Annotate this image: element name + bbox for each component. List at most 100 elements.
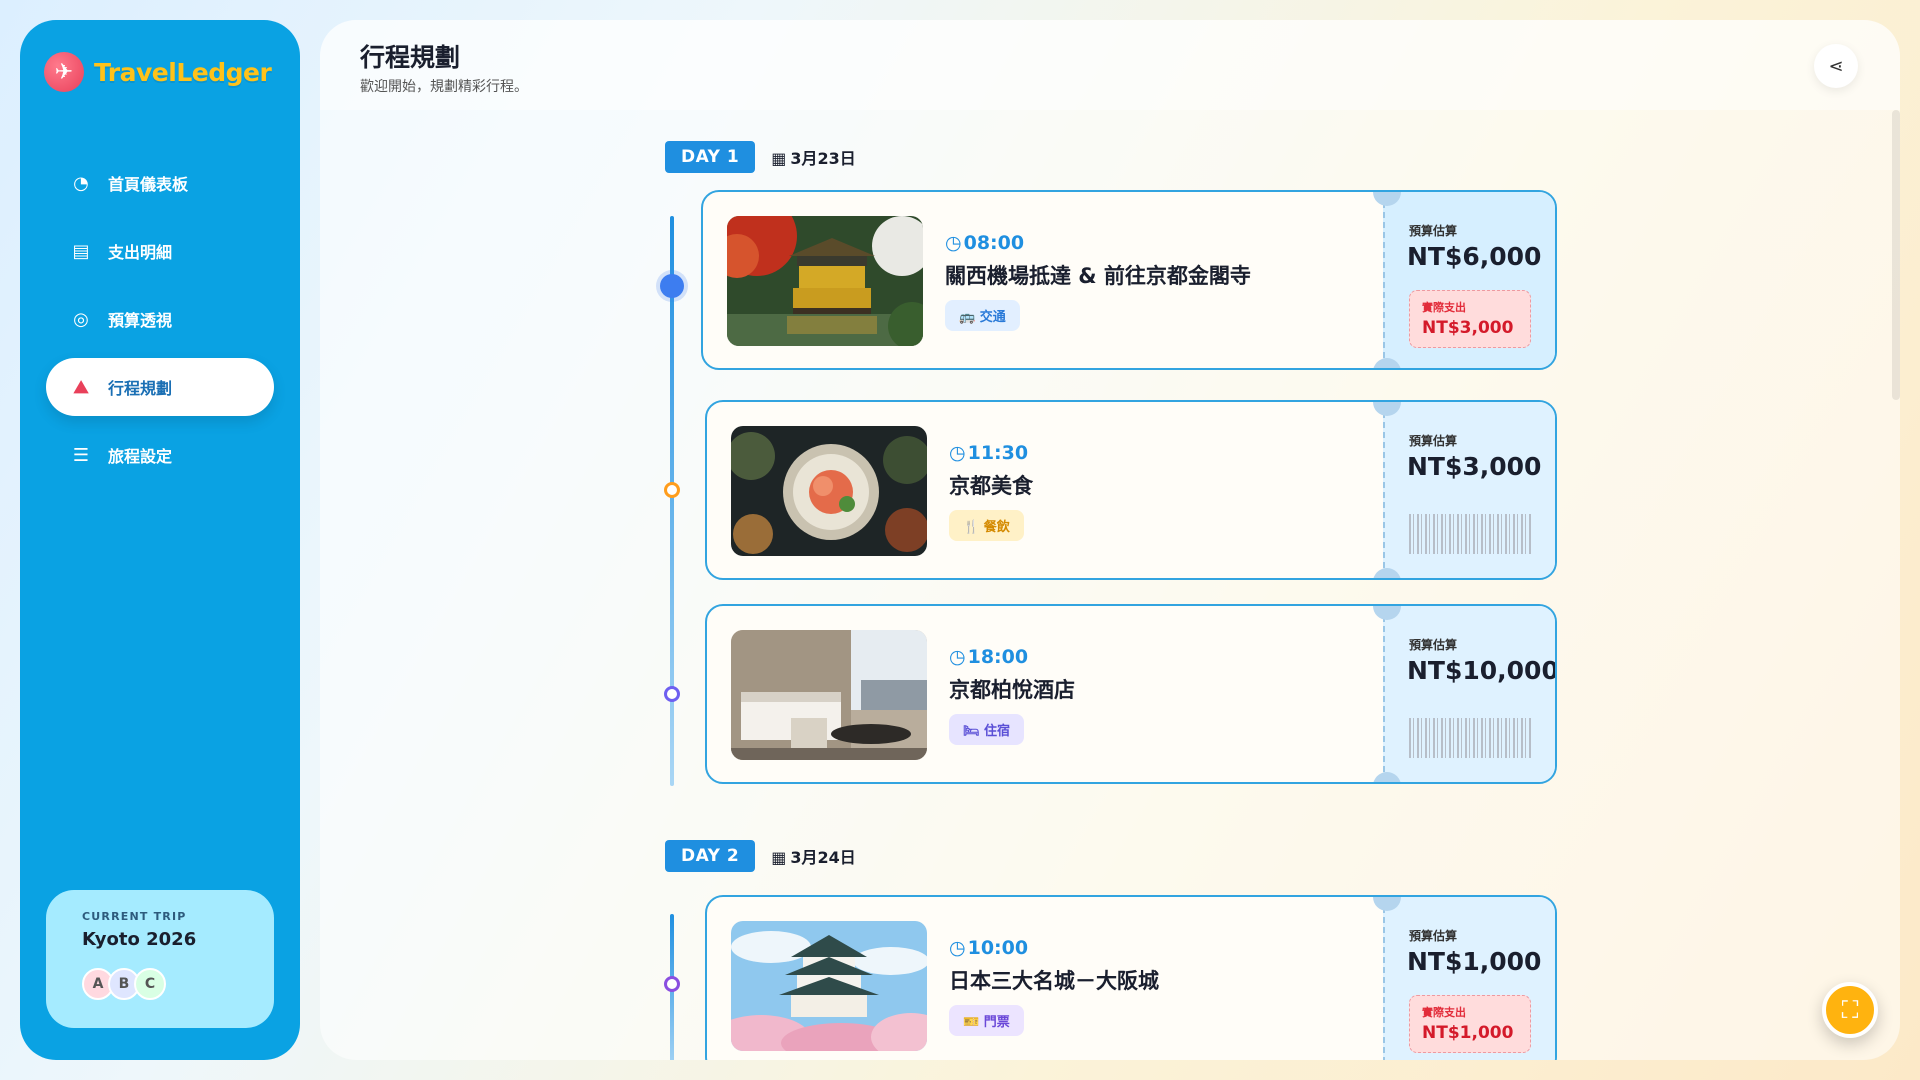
map-icon: ⛶ [1841, 996, 1859, 1024]
sidebar-item-settings[interactable]: ☰ 旅程設定 [46, 426, 274, 484]
card-title: 關西機場抵達 & 前往京都金閣寺 [945, 264, 1251, 288]
timeline-dot [664, 976, 680, 992]
brand[interactable]: ✈ TravelLedger [44, 52, 272, 92]
category-tag: 🛏 住宿 [949, 714, 1025, 745]
avatar: C [134, 968, 166, 1000]
day-date: ▦ 3月24日 [771, 844, 856, 868]
day-tag: DAY 2 [665, 840, 756, 872]
budget-section: 預算估算 NT$1,000 實際支出 NT$1,000 [1383, 897, 1555, 1060]
ticket-icon: 🎫 [963, 1015, 980, 1030]
budget-value: NT$10,000 [1407, 656, 1557, 685]
sliders-icon: ☰ [72, 444, 90, 466]
sidebar-item-label: 首頁儀表板 [108, 175, 189, 194]
scrollbar[interactable] [1892, 110, 1900, 400]
barcode [1409, 514, 1531, 554]
brand-name: TravelLedger [94, 57, 272, 87]
food-image [731, 426, 927, 556]
card-time-text: 08:00 [963, 232, 1025, 254]
map-location-icon: ⛰ [73, 376, 89, 398]
sidebar-item-budget[interactable]: ◎ 預算透視 [46, 290, 274, 348]
golden-pavilion-image [727, 216, 923, 346]
itinerary-card[interactable]: ◷ 18:00 京都柏悅酒店 🛏 住宿 預算估算 NT$10,000 [705, 604, 1557, 784]
sidebar-item-label: 旅程設定 [108, 447, 173, 466]
hotel-image [731, 630, 927, 760]
day-date-text: 3月23日 [790, 149, 856, 168]
itinerary-card[interactable]: ◷ 08:00 關西機場抵達 & 前往京都金閣寺 🚌 交通 預算估算 NT$6,0… [701, 190, 1557, 370]
category-label: 門票 [983, 1015, 1010, 1030]
category-label: 交通 [979, 310, 1006, 325]
share-icon: ⋖ [1828, 55, 1844, 77]
share-button[interactable]: ⋖ [1814, 44, 1858, 88]
budget-value: NT$3,000 [1407, 452, 1542, 481]
sidebar-item-expenses[interactable]: ▤ 支出明細 [46, 222, 274, 280]
clock-icon: ◷ [945, 232, 962, 254]
budget-label: 預算估算 [1409, 929, 1458, 943]
calendar-icon: ▦ [771, 149, 787, 168]
barcode [1409, 718, 1531, 758]
sidebar-item-dashboard[interactable]: ◔ 首頁儀表板 [46, 154, 274, 212]
sidebar-nav: ◔ 首頁儀表板 ▤ 支出明細 ◎ 預算透視 ⛰ 行程規劃 ☰ 旅程設定 [46, 154, 274, 494]
page-subtitle: 歡迎開始，規劃精彩行程。 [360, 79, 528, 95]
category-tag: 🍴 餐飲 [949, 510, 1024, 541]
coins-icon: ◎ [73, 308, 89, 330]
day-header: DAY 1 ▦ 3月23日 [665, 141, 856, 173]
card-title: 京都美食 [949, 474, 1033, 498]
sidebar-item-label: 支出明細 [108, 243, 173, 262]
card-time: ◷ 18:00 [949, 646, 1028, 668]
avatar-group: A B C [82, 968, 238, 1000]
bus-icon: 🚌 [959, 310, 976, 325]
card-title: 京都柏悅酒店 [949, 678, 1075, 702]
actual-value: NT$3,000 [1422, 318, 1514, 338]
card-time-text: 10:00 [967, 937, 1029, 959]
budget-label: 預算估算 [1409, 434, 1458, 448]
itinerary-card[interactable]: ◷ 11:30 京都美食 🍴 餐飲 預算估算 NT$3,000 [705, 400, 1557, 580]
budget-section: 預算估算 NT$6,000 實際支出 NT$3,000 [1383, 192, 1555, 368]
card-time-text: 18:00 [967, 646, 1029, 668]
budget-value: NT$1,000 [1407, 947, 1542, 976]
clock-icon: ◷ [949, 442, 966, 464]
actual-expense-box: 實際支出 NT$3,000 [1409, 290, 1531, 348]
main-panel: 行程規劃 歡迎開始，規劃精彩行程。 ⋖ DAY 1 ▦ 3月23日 ◷ 08:0… [320, 20, 1900, 1060]
page-title: 行程規劃 [360, 43, 461, 72]
current-trip-label: CURRENT TRIP [82, 910, 187, 923]
current-trip-name: Kyoto 2026 [82, 929, 197, 950]
actual-expense-box: 實際支出 NT$1,000 [1409, 995, 1531, 1053]
card-time-text: 11:30 [967, 442, 1029, 464]
card-title: 日本三大名城－大阪城 [949, 969, 1159, 993]
card-time: ◷ 11:30 [949, 442, 1028, 464]
category-label: 住宿 [984, 724, 1011, 739]
current-trip-card[interactable]: CURRENT TRIP Kyoto 2026 A B C [46, 890, 274, 1028]
card-time: ◷ 10:00 [949, 937, 1028, 959]
budget-section: 預算估算 NT$10,000 [1383, 606, 1555, 782]
sidebar-item-label: 預算透視 [108, 311, 173, 330]
category-tag: 🚌 交通 [945, 300, 1020, 331]
actual-label: 實際支出 [1422, 1006, 1466, 1019]
sidebar-item-label: 行程規劃 [108, 379, 173, 398]
osaka-castle-image [731, 921, 927, 1051]
category-label: 餐飲 [983, 520, 1010, 535]
clock-icon: ◷ [949, 937, 966, 959]
timeline-dot [660, 274, 684, 298]
itinerary-card[interactable]: ◷ 10:00 日本三大名城－大阪城 🎫 門票 預算估算 NT$1,000 實際支… [705, 895, 1557, 1060]
actual-value: NT$1,000 [1422, 1023, 1514, 1043]
budget-label: 預算估算 [1409, 638, 1458, 652]
day-date-text: 3月24日 [790, 848, 856, 867]
sidebar-item-itinerary[interactable]: ⛰ 行程規劃 [46, 358, 274, 416]
page-header: 行程規劃 歡迎開始，規劃精彩行程。 ⋖ [320, 20, 1900, 110]
budget-section: 預算估算 NT$3,000 [1383, 402, 1555, 578]
pie-chart-icon: ◔ [73, 172, 89, 194]
airplane-icon: ✈ [44, 52, 84, 92]
map-fab-button[interactable]: ⛶ [1822, 982, 1878, 1038]
budget-label: 預算估算 [1409, 224, 1458, 238]
card-time: ◷ 08:00 [945, 232, 1024, 254]
bed-icon: 🛏 [963, 724, 980, 739]
actual-label: 實際支出 [1422, 301, 1466, 314]
utensils-icon: 🍴 [963, 520, 980, 535]
sidebar: ✈ TravelLedger ◔ 首頁儀表板 ▤ 支出明細 ◎ 預算透視 ⛰ 行… [20, 20, 300, 1060]
clock-icon: ◷ [949, 646, 966, 668]
category-tag: 🎫 門票 [949, 1005, 1024, 1036]
receipt-icon: ▤ [72, 240, 90, 262]
timeline-dot [664, 482, 680, 498]
day-header: DAY 2 ▦ 3月24日 [665, 840, 856, 872]
budget-value: NT$6,000 [1407, 242, 1542, 271]
